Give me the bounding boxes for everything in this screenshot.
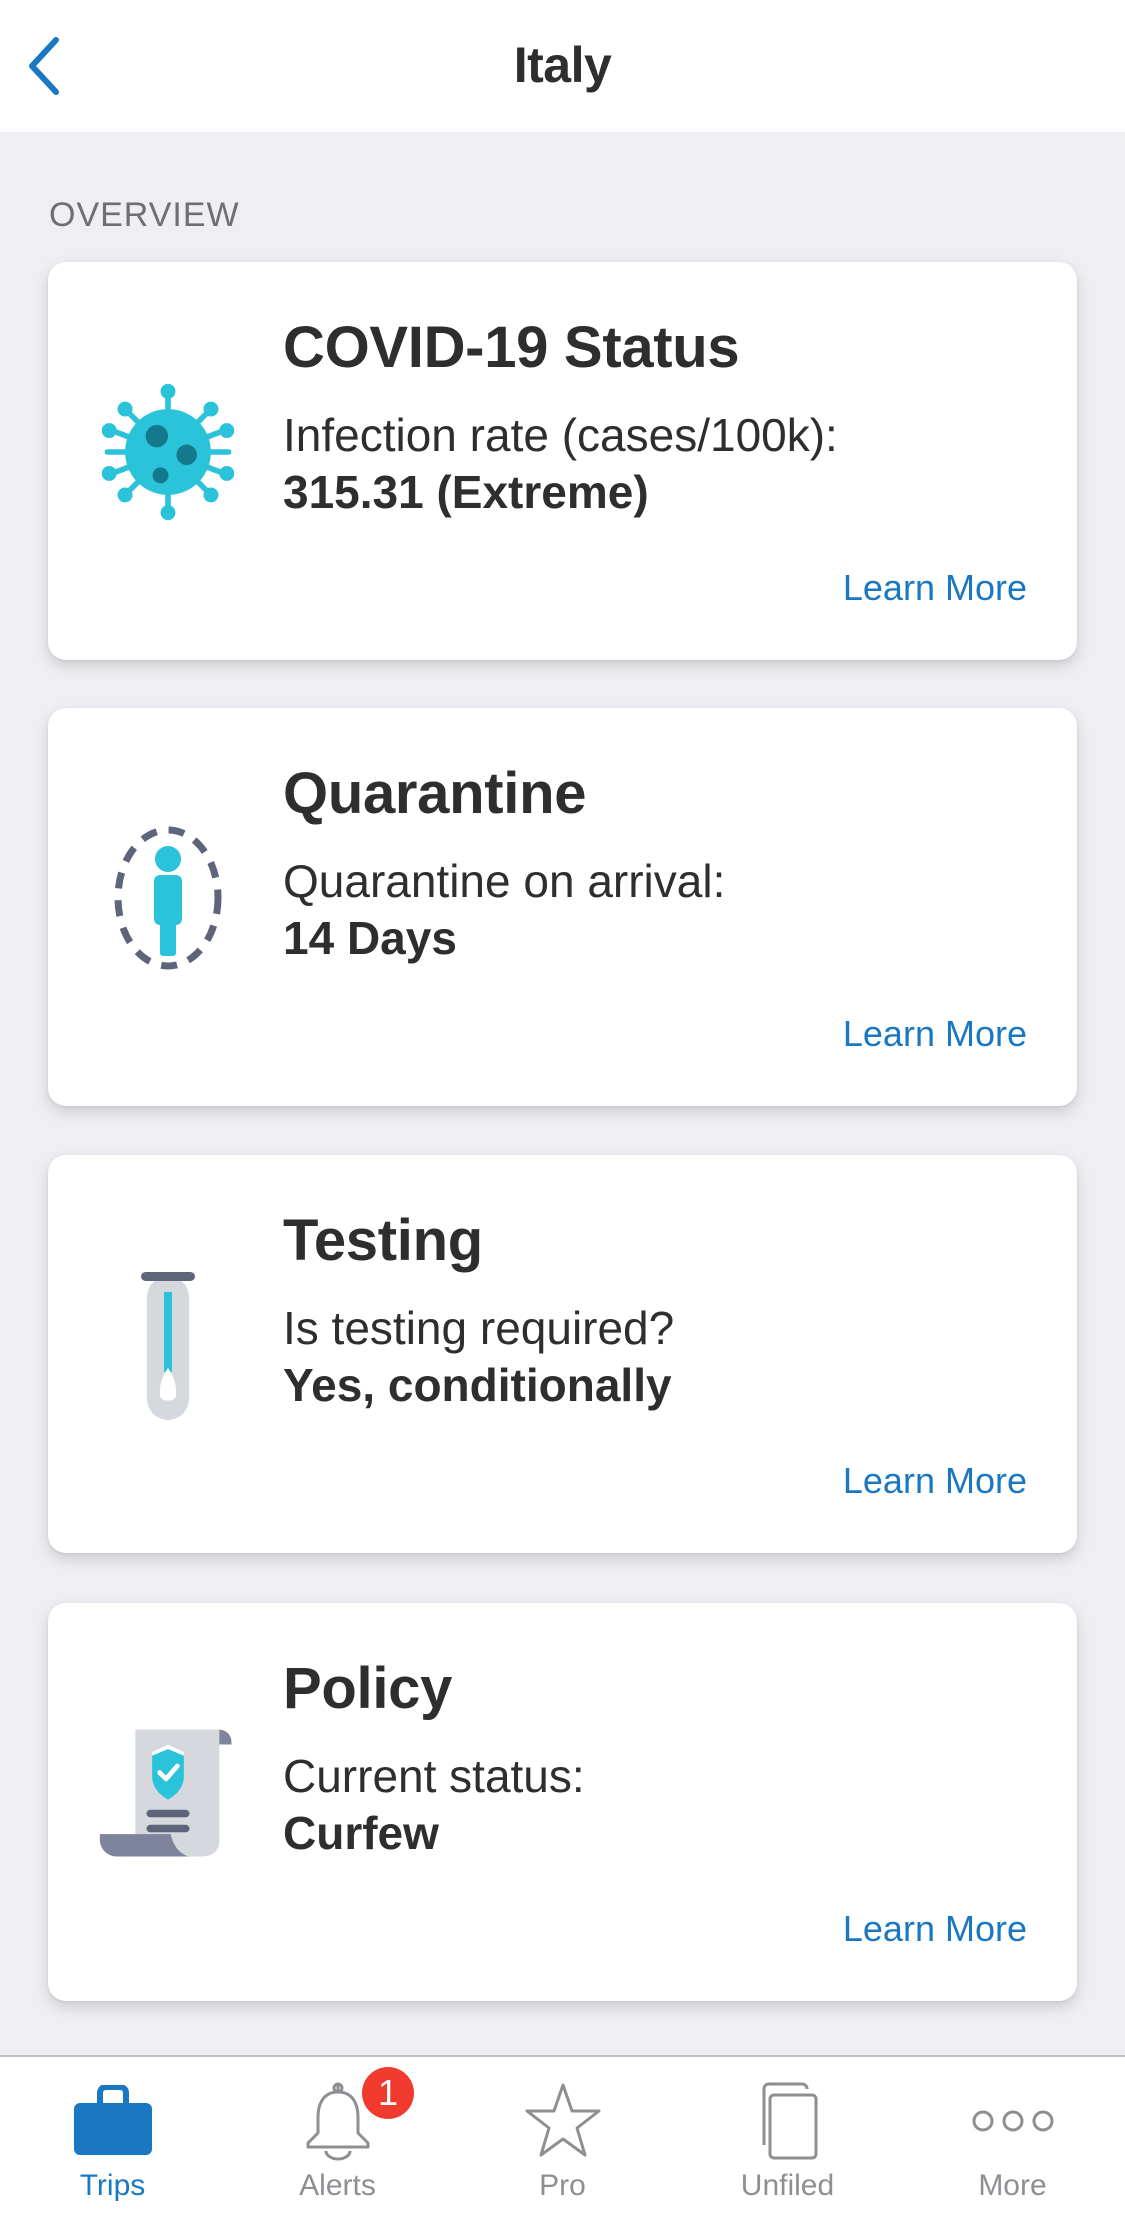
learn-more-link[interactable]: Learn More [843,1013,1027,1055]
tab-unfiled[interactable]: Unfiled [675,2057,900,2238]
card-value: Curfew [283,1807,439,1859]
tab-label: Alerts [299,2169,376,2202]
card-title: COVID-19 Status [283,315,740,380]
tab-bar: Trips Alerts 1 Pro Unfiled More [0,2055,1125,2238]
card-label: Is testing required? [283,1302,675,1354]
more-dots-icon [968,2081,1058,2161]
quarantine-card[interactable]: Quarantine Quarantine on arrival: 14 Day… [48,708,1077,1106]
star-icon [518,2081,608,2161]
tab-more[interactable]: More [900,2057,1125,2238]
tab-label: Pro [539,2169,586,2202]
card-label: Infection rate (cases/100k): [283,409,838,461]
test-tube-swab-icon [98,1265,238,1425]
documents-icon [743,2081,833,2161]
card-value: 14 Days [283,912,457,964]
learn-more-link[interactable]: Learn More [843,1908,1027,1950]
navigation-header: Italy [0,0,1125,132]
tab-alerts[interactable]: Alerts [225,2057,450,2238]
learn-more-link[interactable]: Learn More [843,567,1027,609]
policy-card[interactable]: Policy Current status: Curfew Learn More [48,1603,1077,2001]
tab-label: More [978,2169,1047,2202]
card-value: 315.31 (Extreme) [283,466,649,518]
testing-card[interactable]: Testing Is testing required? Yes, condit… [48,1155,1077,1553]
person-quarantine-icon [98,818,238,978]
card-title: Testing [283,1208,483,1273]
learn-more-link[interactable]: Learn More [843,1460,1027,1502]
policy-scroll-shield-icon [98,1713,238,1873]
card-label: Current status: [283,1750,585,1802]
tab-label: Trips [79,2169,146,2202]
briefcase-icon [68,2081,158,2161]
card-title: Quarantine [283,761,587,826]
tab-pro[interactable]: Pro [450,2057,675,2238]
page-title: Italy [513,37,612,93]
card-label: Quarantine on arrival: [283,855,726,907]
alerts-badge: 1 [362,2067,414,2119]
card-title: Policy [283,1656,453,1721]
card-value: Yes, conditionally [283,1359,672,1411]
tab-label: Unfiled [740,2169,835,2202]
section-label-overview: OVERVIEW [49,196,240,234]
tab-trips[interactable]: Trips [0,2057,225,2238]
virus-icon [98,372,238,532]
covid-status-card[interactable]: COVID-19 Status Infection rate (cases/10… [48,262,1077,660]
